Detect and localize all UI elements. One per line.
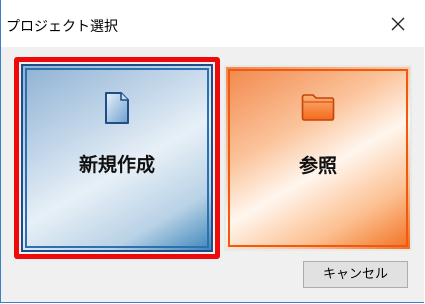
folder-icon xyxy=(301,93,335,125)
window-title: プロジェクト選択 xyxy=(6,19,118,35)
project-select-dialog: プロジェクト選択 新規作成 参照 キャンセル xyxy=(0,0,424,303)
browse-label: 参照 xyxy=(298,155,337,177)
new-project-label: 新規作成 xyxy=(78,154,155,176)
cancel-button[interactable]: キャンセル xyxy=(303,261,408,288)
close-icon[interactable] xyxy=(388,14,408,34)
browse-tile[interactable]: 参照 xyxy=(224,65,412,251)
new-project-tile[interactable]: 新規作成 xyxy=(21,64,213,252)
title-bar: プロジェクト選択 xyxy=(1,0,424,47)
document-icon xyxy=(104,92,130,128)
